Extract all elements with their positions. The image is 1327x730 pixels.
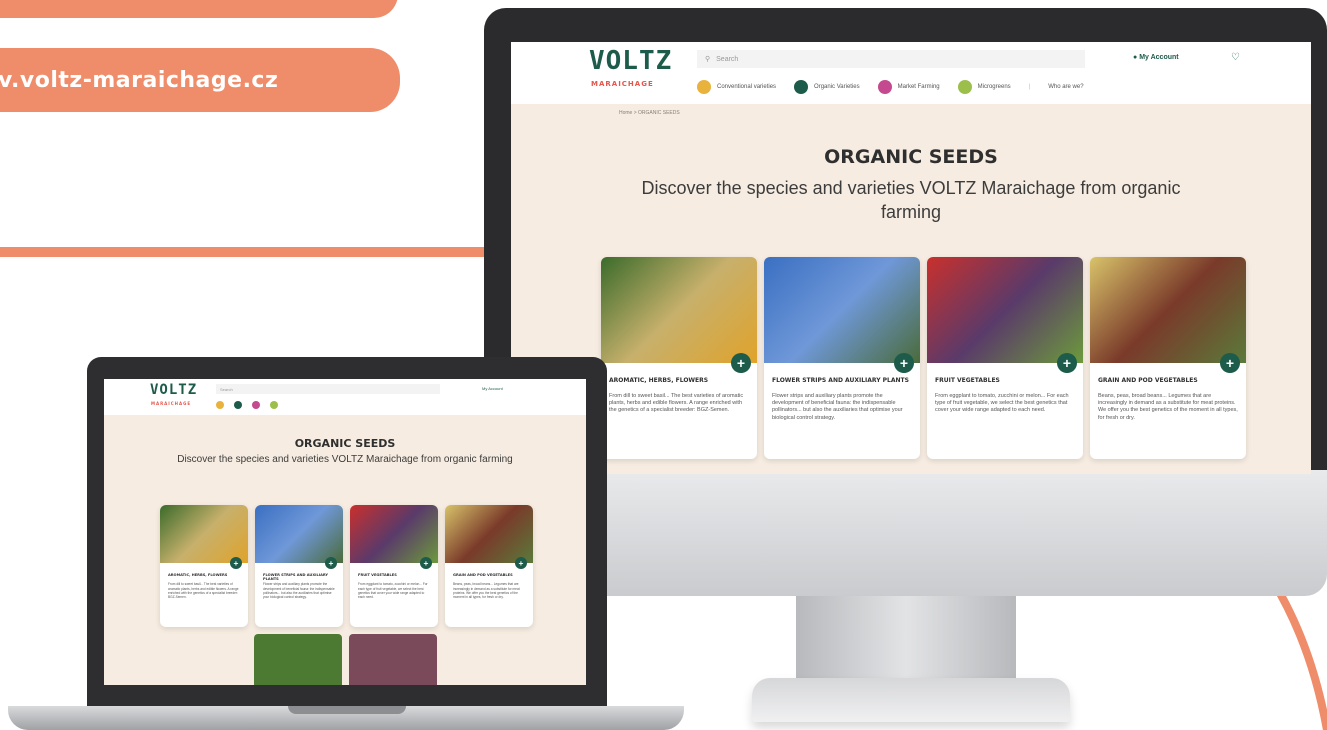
product-card[interactable]: + FLOWER STRIPS AND AUXILIARY PLANTS Flowe… bbox=[255, 505, 343, 627]
plus-button[interactable]: + bbox=[420, 557, 432, 569]
card-description: Flower strips and auxiliary plants promo… bbox=[772, 392, 903, 421]
nav-label: Market Farming bbox=[897, 84, 940, 90]
plus-button[interactable]: + bbox=[1057, 353, 1077, 373]
product-card[interactable]: + GRAIN AND POD VEGETABLES Beans, peas, br… bbox=[1090, 257, 1246, 459]
card-title[interactable]: AROMATIC, HERBS, FLOWERS bbox=[609, 377, 749, 384]
main-nav-small bbox=[216, 401, 278, 409]
breadcrumb[interactable]: Home > ORGANIC SEEDS bbox=[619, 110, 680, 116]
nav-label: Organic Varieties bbox=[814, 84, 860, 90]
search-placeholder: Search bbox=[220, 386, 233, 392]
website-pill: v.voltz-maraichage.cz bbox=[0, 48, 400, 112]
card-image[interactable] bbox=[160, 505, 248, 563]
card-title[interactable]: FLOWER STRIPS AND AUXILIARY PLANTS bbox=[263, 573, 335, 581]
plus-button[interactable]: + bbox=[1220, 353, 1240, 373]
organic-icon bbox=[794, 80, 809, 94]
nav-label: Conventional varieties bbox=[717, 84, 777, 90]
card-image-extra bbox=[349, 634, 437, 685]
card-title[interactable]: GRAIN AND POD VEGETABLES bbox=[453, 573, 525, 577]
plus-button[interactable]: + bbox=[731, 353, 751, 373]
account-label: My Account bbox=[1139, 54, 1179, 61]
card-image[interactable] bbox=[350, 505, 438, 563]
nav-item-market[interactable]: Market Farming bbox=[877, 80, 940, 94]
card-image[interactable] bbox=[445, 505, 533, 563]
nav-item-about[interactable]: Who are we? bbox=[1048, 84, 1083, 90]
orange-divider bbox=[0, 247, 490, 257]
nav-item-microgreens[interactable]: Microgreens bbox=[957, 80, 1011, 94]
product-card[interactable]: + FLOWER STRIPS AND AUXILIARY PLANTS Flowe… bbox=[764, 257, 920, 459]
site-logo[interactable]: VOLTZ bbox=[589, 46, 672, 76]
product-card[interactable]: + AROMATIC, HERBS, FLOWERS From dill to sw… bbox=[160, 505, 248, 627]
card-image[interactable] bbox=[764, 257, 920, 363]
search-input[interactable]: ⚲ Search bbox=[697, 50, 1085, 68]
card-description: From dill to sweet basil... The best var… bbox=[609, 392, 744, 414]
card-image[interactable] bbox=[1090, 257, 1246, 363]
conventional-icon[interactable] bbox=[216, 401, 224, 409]
nav-item-conventional[interactable]: Conventional varieties bbox=[697, 80, 776, 94]
product-card[interactable]: + FRUIT VEGETABLES From eggplant to tomato… bbox=[927, 257, 1083, 459]
banner-top-pill bbox=[0, 0, 398, 18]
page-subtitle-small: Discover the species and varieties VOLTZ… bbox=[177, 454, 513, 465]
nav-item-organic[interactable]: Organic Varieties bbox=[794, 80, 860, 94]
plus-button[interactable]: + bbox=[515, 557, 527, 569]
site-logo-sub: MARAICHAGE bbox=[591, 80, 654, 88]
product-card[interactable]: + AROMATIC, HERBS, FLOWERS From dill to sw… bbox=[601, 257, 757, 459]
search-icon: ⚲ bbox=[705, 56, 711, 63]
card-image[interactable] bbox=[255, 505, 343, 563]
card-title[interactable]: GRAIN AND POD VEGETABLES bbox=[1098, 377, 1238, 384]
nav-label: Microgreens bbox=[977, 84, 1011, 90]
search-placeholder: Search bbox=[716, 55, 739, 63]
product-card[interactable]: + GRAIN AND POD VEGETABLES Beans, peas, br… bbox=[445, 505, 533, 627]
card-description: From dill to sweet basil... The best var… bbox=[168, 582, 239, 600]
plus-button[interactable]: + bbox=[230, 557, 242, 569]
site-header: VOLTZ MARAICHAGE ⚲ Search ● My Account ♡… bbox=[511, 42, 1311, 104]
site-header-small: VOLTZ MARAICHAGE Search My Account bbox=[104, 379, 586, 415]
plus-button[interactable]: + bbox=[894, 353, 914, 373]
card-description: Flower strips and auxiliary plants promo… bbox=[263, 582, 335, 600]
product-card[interactable]: + FRUIT VEGETABLES From eggplant to tomato… bbox=[350, 505, 438, 627]
microgreens-icon bbox=[957, 80, 972, 94]
card-title[interactable]: AROMATIC, HERBS, FLOWERS bbox=[168, 573, 240, 577]
laptop-screen: VOLTZ MARAICHAGE Search My Account ORGAN… bbox=[104, 379, 586, 685]
plus-button[interactable]: + bbox=[325, 557, 337, 569]
monitor-chin bbox=[484, 470, 1327, 596]
nav-separator: | bbox=[1028, 84, 1031, 90]
card-image-extra bbox=[254, 634, 342, 685]
card-title[interactable]: FLOWER STRIPS AND AUXILIARY PLANTS bbox=[772, 377, 912, 384]
account-link[interactable]: ● My Account bbox=[1133, 54, 1179, 61]
card-description: Beans, peas, broad beans... Legumes that… bbox=[453, 582, 520, 600]
account-link-small[interactable]: My Account bbox=[482, 386, 503, 391]
site-logo-small[interactable]: VOLTZ bbox=[150, 382, 197, 398]
market-icon bbox=[877, 80, 892, 94]
card-title[interactable]: FRUIT VEGETABLES bbox=[358, 573, 430, 577]
card-image[interactable] bbox=[601, 257, 757, 363]
site-logo-sub-small: MARAICHAGE bbox=[151, 401, 192, 406]
laptop-notch bbox=[288, 706, 406, 714]
card-description: From eggplant to tomato, zucchini or mel… bbox=[935, 392, 1069, 414]
monitor-neck bbox=[796, 596, 1016, 680]
card-image[interactable] bbox=[927, 257, 1083, 363]
monitor-base bbox=[752, 678, 1070, 722]
search-input-small[interactable]: Search bbox=[216, 384, 440, 394]
organic-icon[interactable] bbox=[234, 401, 242, 409]
conventional-icon bbox=[697, 80, 711, 94]
cart-icon[interactable]: ♡ bbox=[1231, 52, 1240, 63]
microgreens-icon[interactable] bbox=[270, 401, 278, 409]
market-icon[interactable] bbox=[252, 401, 260, 409]
card-description: Beans, peas, broad beans... Legumes that… bbox=[1098, 392, 1238, 421]
card-title[interactable]: FRUIT VEGETABLES bbox=[935, 377, 1075, 384]
page-title: ORGANIC SEEDS bbox=[824, 146, 998, 168]
page-title-small: ORGANIC SEEDS bbox=[294, 437, 396, 450]
page-subtitle: Discover the species and varieties VOLTZ… bbox=[641, 178, 1181, 222]
main-nav: Conventional varieties Organic Varieties… bbox=[697, 80, 1084, 94]
website-url: v.voltz-maraichage.cz bbox=[0, 67, 279, 93]
monitor-screen: VOLTZ MARAICHAGE ⚲ Search ● My Account ♡… bbox=[511, 42, 1311, 474]
card-description: From eggplant to tomato, zucchini or mel… bbox=[358, 582, 428, 600]
